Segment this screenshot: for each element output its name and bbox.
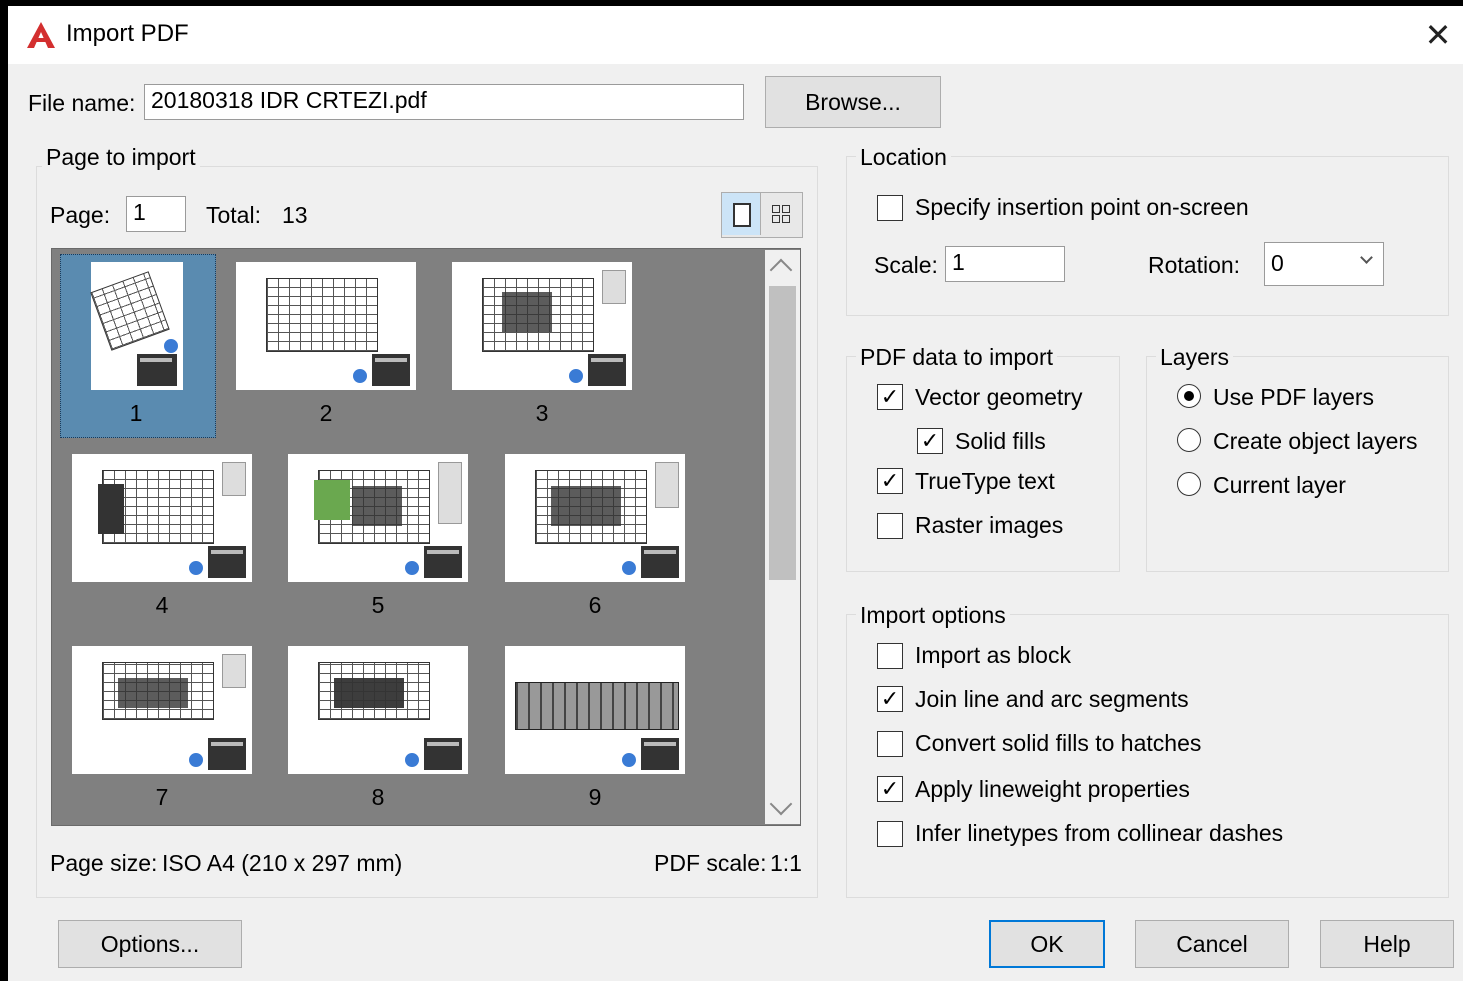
current-layer-radio[interactable] <box>1177 472 1201 496</box>
thumbnail-number: 3 <box>535 400 549 426</box>
help-button[interactable]: Help <box>1320 920 1454 968</box>
location-title: Location <box>856 144 951 171</box>
convert-solid-fills-checkbox[interactable] <box>877 731 903 757</box>
view-toggle <box>721 192 803 238</box>
page-size-value: ISO A4 (210 x 297 mm) <box>162 850 403 876</box>
page-to-import-title: Page to import <box>42 144 200 171</box>
file-name-field[interactable]: 20180318 IDR CRTEZI.pdf <box>144 84 744 120</box>
options-label: Options... <box>100 931 200 957</box>
import-options-title: Import options <box>856 602 1010 629</box>
single-page-view-icon[interactable] <box>722 193 761 235</box>
cancel-button[interactable]: Cancel <box>1135 920 1289 968</box>
page-number-field[interactable]: 1 <box>126 196 186 232</box>
scroll-down-icon[interactable] <box>769 792 793 816</box>
apply-lineweight-checkbox[interactable]: ✓ <box>877 776 903 802</box>
truetype-text-label: TrueType text <box>915 468 1055 494</box>
total-label: Total: <box>206 202 261 228</box>
page-thumbnail-7[interactable] <box>72 646 252 774</box>
page-thumbnail-6[interactable] <box>505 454 685 582</box>
create-object-layers-label: Create object layers <box>1213 428 1418 454</box>
import-as-block-checkbox[interactable] <box>877 643 903 669</box>
thumbnail-number: 4 <box>155 592 169 618</box>
join-line-arc-label: Join line and arc segments <box>915 686 1189 712</box>
scale-label: Scale: <box>874 252 938 278</box>
solid-fills-label: Solid fills <box>955 428 1046 454</box>
autocad-logo-icon <box>27 22 55 48</box>
page-thumbnail-8[interactable] <box>288 646 468 774</box>
location-group <box>846 156 1449 316</box>
close-icon[interactable]: ✕ <box>1419 16 1457 54</box>
rotation-label: Rotation: <box>1148 252 1241 278</box>
cancel-label: Cancel <box>1176 931 1248 957</box>
scale-field[interactable]: 1 <box>945 246 1065 282</box>
page-thumbnail-3[interactable] <box>452 262 632 390</box>
chevron-down-icon <box>1360 251 1373 264</box>
thumbnail-number: 2 <box>319 400 333 426</box>
infer-linetypes-label: Infer linetypes from collinear dashes <box>915 820 1284 846</box>
convert-solid-fills-label: Convert solid fills to hatches <box>915 730 1202 756</box>
pdf-scale-value: 1:1 <box>770 850 802 876</box>
scroll-up-icon[interactable] <box>769 258 793 282</box>
page-thumbnail-2[interactable] <box>236 262 416 390</box>
help-label: Help <box>1363 931 1411 957</box>
thumbnail-scrollbar[interactable] <box>765 250 800 824</box>
thumbnail-number: 7 <box>155 784 169 810</box>
total-value: 13 <box>282 202 308 228</box>
page-label: Page: <box>50 202 111 228</box>
window-title: Import PDF <box>66 20 189 47</box>
file-name-label: File name: <box>28 90 136 116</box>
page-size-label: Page size: <box>50 850 158 876</box>
thumbnail-number: 6 <box>588 592 602 618</box>
truetype-text-checkbox[interactable]: ✓ <box>877 468 903 494</box>
scroll-thumb[interactable] <box>769 286 796 580</box>
page-thumbnail-1[interactable] <box>90 262 183 390</box>
page-thumbnail-5[interactable] <box>288 454 468 582</box>
thumbnail-number: 1 <box>129 400 143 426</box>
join-line-arc-checkbox[interactable]: ✓ <box>877 686 903 712</box>
import-as-block-label: Import as block <box>915 642 1071 668</box>
import-pdf-dialog: Import PDF ✕ File name: 20180318 IDR CRT… <box>8 6 1463 981</box>
current-layer-label: Current layer <box>1213 472 1346 498</box>
rotation-dropdown[interactable]: 0 <box>1264 242 1384 286</box>
title-bar: Import PDF ✕ <box>8 6 1463 64</box>
vector-geometry-label: Vector geometry <box>915 384 1083 410</box>
raster-images-label: Raster images <box>915 512 1064 538</box>
options-button[interactable]: Options... <box>58 920 242 968</box>
pdf-data-title: PDF data to import <box>856 344 1058 371</box>
ok-label: OK <box>1030 931 1064 957</box>
use-pdf-layers-radio[interactable] <box>1177 384 1201 408</box>
grid-view-icon[interactable] <box>762 193 800 235</box>
use-pdf-layers-label: Use PDF layers <box>1213 384 1375 410</box>
ok-button[interactable]: OK <box>989 920 1105 968</box>
thumbnail-number: 8 <box>371 784 385 810</box>
infer-linetypes-checkbox[interactable] <box>877 821 903 847</box>
layers-title: Layers <box>1156 344 1234 371</box>
page-thumbnail-9[interactable] <box>505 646 685 774</box>
browse-label: Browse... <box>805 89 901 115</box>
create-object-layers-radio[interactable] <box>1177 428 1201 452</box>
thumbnail-number: 9 <box>588 784 602 810</box>
rotation-value: 0 <box>1271 250 1284 276</box>
pdf-scale-label: PDF scale: <box>654 850 767 876</box>
specify-insertion-label: Specify insertion point on-screen <box>915 194 1249 220</box>
specify-insertion-checkbox[interactable] <box>877 195 903 221</box>
solid-fills-checkbox[interactable]: ✓ <box>917 428 943 454</box>
browse-button[interactable]: Browse... <box>765 76 941 128</box>
page-thumbnail-4[interactable] <box>72 454 252 582</box>
raster-images-checkbox[interactable] <box>877 513 903 539</box>
vector-geometry-checkbox[interactable]: ✓ <box>877 384 903 410</box>
apply-lineweight-label: Apply lineweight properties <box>915 776 1190 802</box>
thumbnail-number: 5 <box>371 592 385 618</box>
